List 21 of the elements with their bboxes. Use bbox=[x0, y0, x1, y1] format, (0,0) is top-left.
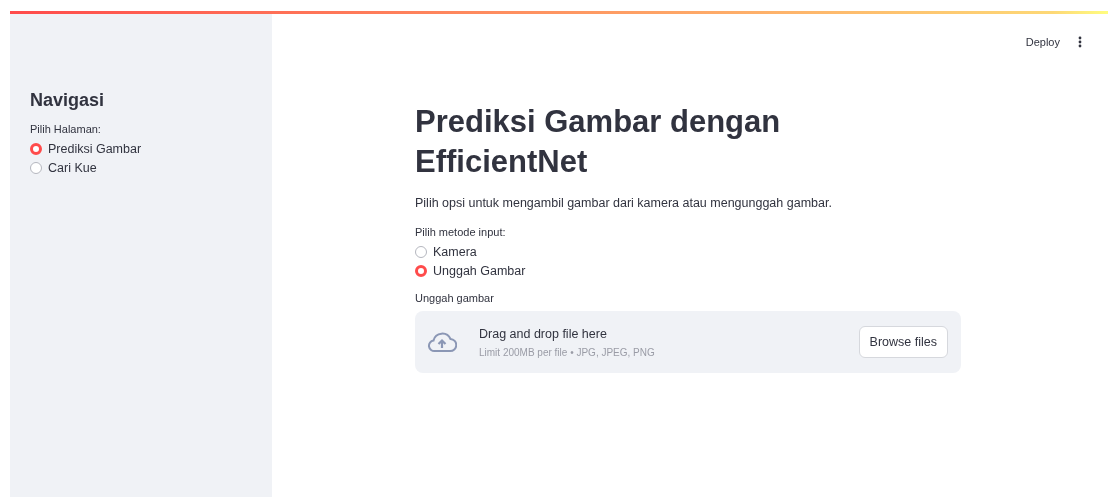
radio-label[interactable]: Prediksi Gambar bbox=[48, 142, 142, 156]
file-dropzone[interactable]: Drag and drop file here Limit 200MB per file • JPG, JPEG, PNG Browse files bbox=[415, 311, 961, 373]
file-limit-text: Limit 200MB per file • JPG, JPEG, PNG bbox=[479, 346, 656, 358]
radio-button[interactable] bbox=[415, 265, 427, 277]
description-text: Pilih opsi untuk mengambil gambar dari kamera atau mengunggah gambar. bbox=[415, 196, 833, 210]
page-title: Prediksi Gambar dengan EfficientNet bbox=[415, 103, 782, 181]
deploy-button[interactable]: Deploy bbox=[1021, 34, 1064, 50]
radio-label[interactable]: Cari Kue bbox=[48, 161, 97, 175]
radio-group-label: Pilih Halaman: bbox=[30, 123, 102, 135]
more-menu-icon[interactable] bbox=[1078, 36, 1082, 48]
cloud-upload-icon bbox=[427, 331, 457, 353]
radio-button[interactable] bbox=[30, 162, 42, 174]
radio-label[interactable]: Unggah Gambar bbox=[433, 264, 526, 278]
sidebar-heading: Navigasi bbox=[30, 90, 106, 111]
radio-label[interactable]: Kamera bbox=[433, 245, 477, 259]
radio-button[interactable] bbox=[415, 246, 427, 258]
radio-group-label: Pilih metode input: bbox=[415, 226, 507, 238]
radio-button[interactable] bbox=[30, 143, 42, 155]
browse-files-button[interactable]: Browse files bbox=[858, 326, 948, 358]
uploader-label: Unggah gambar bbox=[415, 292, 495, 304]
dropzone-instruction: Drag and drop file here bbox=[479, 326, 608, 341]
